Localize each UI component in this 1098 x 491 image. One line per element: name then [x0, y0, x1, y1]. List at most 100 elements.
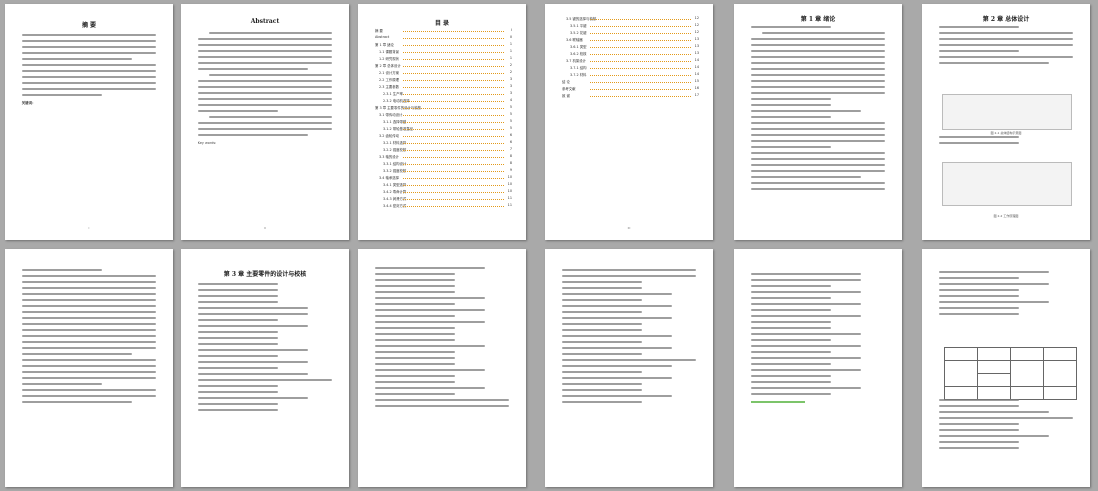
toc-entry[interactable]: 第 2 章 总体设计 2 — [375, 63, 512, 70]
figure-caption: 图 2-2 工作原理图 — [993, 214, 1019, 218]
keywords-label: Key words: — [197, 141, 217, 145]
toc-entry[interactable]: 2.2 工作原理 3 — [375, 77, 512, 84]
toc-page-number: 14 — [694, 72, 699, 76]
page-12 — [922, 249, 1090, 487]
page-body — [938, 271, 1073, 319]
toc-page-number: 3 — [509, 77, 512, 81]
toc-leader — [403, 150, 504, 151]
toc-page-number: 4 — [509, 98, 512, 102]
toc-entry[interactable]: 3.3 轴的设计 8 — [375, 154, 512, 161]
toc-entry[interactable]: 3.6.2 校核 13 — [562, 51, 699, 58]
toc-entry[interactable]: 摘 要I — [375, 28, 512, 35]
toc-entry[interactable]: 3.2 齿轮传动 6 — [375, 133, 512, 140]
toc-entry[interactable]: 结 论 15 — [562, 79, 699, 86]
toc-page-number: II — [510, 35, 512, 39]
toc-entry[interactable]: 3.3.1 结构设计 8 — [375, 161, 512, 168]
toc-entry[interactable]: 3.2.1 材料选择 6 — [375, 140, 512, 147]
toc-leader — [403, 199, 504, 200]
toc-list: 3.5 键的选择与校核 12 3.5.1 平键 12 3.5.2 花键 12 3.6 联轴器… — [562, 16, 699, 100]
toc-entry[interactable]: 3.7.2 材料 14 — [562, 72, 699, 79]
toc-entry-label: 结 论 — [562, 80, 570, 84]
toc-page-number: 10 — [507, 182, 512, 186]
toc-entry[interactable]: 3.5.2 花键 12 — [562, 30, 699, 37]
chapter-title: 第 2 章 总体设计 — [982, 16, 1030, 23]
toc-leader — [403, 66, 504, 67]
toc-leader — [403, 59, 504, 60]
toc-page-number: 5 — [509, 112, 512, 116]
toc-page-number: 12 — [694, 16, 699, 20]
toc-entry[interactable]: 3.6 联轴器 13 — [562, 37, 699, 44]
toc-entry[interactable]: 3.5.1 平键 12 — [562, 23, 699, 30]
toc-page-number: 7 — [509, 147, 512, 151]
toc-page-number: 1 — [509, 42, 512, 46]
toc-entry[interactable]: 3.1.1 选择带型 5 — [375, 119, 512, 126]
toc-entry[interactable]: 第 3 章 主要零件的设计与校核 5 — [375, 105, 512, 112]
toc-leader — [403, 178, 504, 179]
toc-entry-label: 3.5.1 平键 — [570, 24, 587, 28]
keywords-label: 关键词： — [21, 101, 36, 105]
toc-entry-label: 3.4 轴承选择 — [379, 176, 400, 180]
toc-leader — [590, 33, 691, 34]
toc-entry[interactable]: 第 1 章 绪论 1 — [375, 42, 512, 49]
toc-page-number: 2 — [509, 63, 512, 67]
page-body — [21, 269, 157, 407]
toc-title: 目 录 — [434, 20, 450, 27]
toc-entry[interactable]: 3.4.3 润滑方式 11 — [375, 196, 512, 203]
toc-entry[interactable]: 3.7.1 结构 14 — [562, 65, 699, 72]
toc-entry-label: 1.1 课题背景 — [379, 50, 400, 54]
toc-entry-label: 2.3.1 生产率 — [383, 92, 403, 96]
toc-leader — [590, 96, 691, 97]
page-title: Abstract — [250, 18, 280, 25]
toc-entry[interactable]: 3.7 机架设计 14 — [562, 58, 699, 65]
toc-entry[interactable]: 2.3 主要参数 3 — [375, 84, 512, 91]
page-5: 第 1 章 绪论 — [734, 4, 902, 240]
toc-entry[interactable]: 3.3.2 强度校核 9 — [375, 168, 512, 175]
toc-page-number: 16 — [694, 86, 699, 90]
toc-leader — [403, 87, 504, 88]
toc-page-number: 17 — [694, 93, 699, 97]
toc-entry[interactable]: 3.5 键的选择与校核 12 — [562, 16, 699, 23]
toc-entry-label: 3.2 齿轮传动 — [379, 134, 400, 138]
toc-entry[interactable]: 3.4.2 寿命计算 10 — [375, 189, 512, 196]
toc-entry[interactable]: 致 谢 17 — [562, 93, 699, 100]
toc-entry-label: 2.1 设计方案 — [379, 71, 400, 75]
toc-entry[interactable]: 3.1.2 带轮基准直径 5 — [375, 126, 512, 133]
toc-entry-label: 3.1 带传动设计 — [379, 113, 403, 117]
page-4-toc: 3.5 键的选择与校核 12 3.5.1 平键 12 3.5.2 花键 12 3.6 联轴器… — [545, 4, 713, 240]
toc-entry[interactable]: 1.2 研究现状 1 — [375, 56, 512, 63]
toc-entry-label: 3.6 联轴器 — [566, 38, 583, 42]
toc-leader — [590, 61, 691, 62]
toc-entry[interactable]: 3.1 带传动设计 5 — [375, 112, 512, 119]
page-1: 摘 要 关键词： I — [5, 4, 173, 240]
toc-entry-label: Abstract — [375, 35, 390, 39]
toc-leader — [590, 75, 691, 76]
toc-entry[interactable]: 3.2.2 强度校核 7 — [375, 147, 512, 154]
toc-entry[interactable]: 参考文献 16 — [562, 86, 699, 93]
toc-list: 摘 要 I Abstract II 第 1 章 绪论 1 1.1 课题背景 1 1.2 研究现状… — [375, 28, 512, 210]
toc-entry[interactable]: 3.6.1 类型 13 — [562, 44, 699, 51]
toc-leader — [590, 54, 691, 55]
toc-page-number: 8 — [509, 161, 512, 165]
toc-entry[interactable]: Abstract II — [375, 35, 512, 42]
toc-page-number: 8 — [509, 154, 512, 158]
toc-page-number: I — [511, 28, 512, 32]
toc-page-number: 5 — [509, 105, 512, 109]
toc-entry[interactable]: 2.3.2 电动机选择 4 — [375, 98, 512, 105]
toc-entry[interactable]: 3.4 轴承选择 10 — [375, 175, 512, 182]
toc-entry[interactable]: 3.4.1 类型选择 10 — [375, 182, 512, 189]
page-title: 摘 要 — [81, 22, 97, 29]
toc-page-number: 14 — [694, 65, 699, 69]
toc-page-number: 5 — [509, 119, 512, 123]
page-9 — [358, 249, 526, 487]
page-body — [938, 26, 1074, 68]
page-7 — [5, 249, 173, 487]
toc-entry[interactable]: 1.1 课题背景 1 — [375, 49, 512, 56]
toc-page-number: 13 — [694, 44, 699, 48]
toc-entry[interactable]: 2.3.1 生产率 3 — [375, 91, 512, 98]
toc-page-number: 3 — [509, 84, 512, 88]
toc-entry-label: 致 谢 — [562, 94, 570, 98]
toc-entry[interactable]: 2.1 设计方案 2 — [375, 70, 512, 77]
page-2: Abstract Key words: II — [181, 4, 349, 240]
toc-entry[interactable]: 3.4.4 密封方式 11 — [375, 203, 512, 210]
toc-entry-label: 参考文献 — [562, 87, 576, 91]
